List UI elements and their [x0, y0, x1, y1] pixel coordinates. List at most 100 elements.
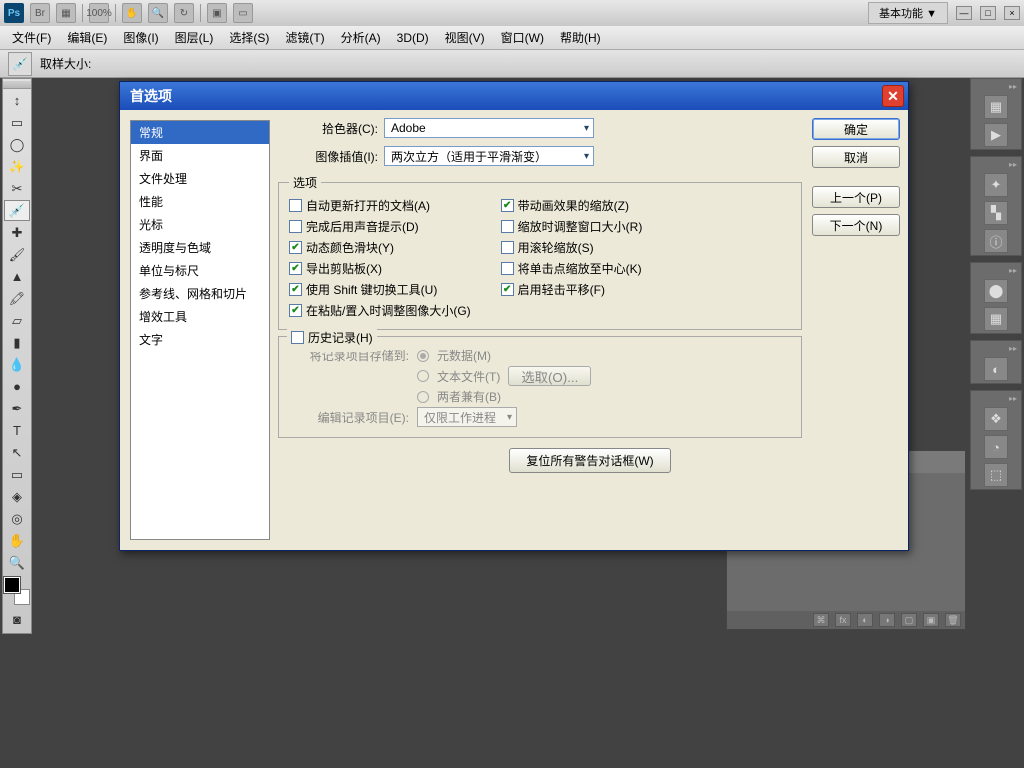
collapse-icon[interactable]: ▸▸	[973, 343, 1019, 353]
workspace-switcher[interactable]: 基本功能 ▼	[868, 2, 948, 24]
menu-layer[interactable]: 图层(L)	[169, 27, 220, 48]
cancel-button[interactable]: 取消	[812, 146, 900, 168]
history-panel-icon[interactable]: ▦	[984, 95, 1008, 119]
dialog-titlebar[interactable]: 首选项 ✕	[120, 82, 908, 110]
eyedropper-tool[interactable]: 💉	[4, 200, 30, 221]
menu-edit[interactable]: 编辑(E)	[61, 27, 113, 48]
check-autoupdate[interactable]	[289, 199, 302, 212]
menu-view[interactable]: 视图(V)	[439, 27, 491, 48]
adjustments-panel-icon[interactable]: ◐	[984, 357, 1008, 381]
menu-3d[interactable]: 3D(D)	[391, 29, 435, 47]
screenmode-icon[interactable]: ▭	[233, 3, 253, 23]
adjustment-icon[interactable]: ◑	[879, 613, 895, 627]
menu-window[interactable]: 窗口(W)	[495, 27, 550, 48]
crop-tool[interactable]: ✂	[4, 178, 30, 199]
check-animzoom[interactable]: ✔	[501, 199, 514, 212]
check-historylog[interactable]	[291, 331, 304, 344]
layers-panel-icon[interactable]: ❖	[984, 407, 1008, 431]
category-type[interactable]: 文字	[131, 328, 269, 351]
history-brush-tool[interactable]: 🖍	[4, 288, 30, 309]
arrange-icon[interactable]: ▣	[207, 3, 227, 23]
hand-tool[interactable]: ✋	[4, 530, 30, 551]
check-exportclip[interactable]: ✔	[289, 262, 302, 275]
hand-icon[interactable]: ✋	[122, 3, 142, 23]
eyedropper-tool-icon[interactable]: 💉	[8, 52, 32, 76]
fg-color-swatch[interactable]	[4, 577, 20, 593]
category-guides[interactable]: 参考线、网格和切片	[131, 282, 269, 305]
color-swatches[interactable]	[4, 577, 30, 605]
check-shifttool[interactable]: ✔	[289, 283, 302, 296]
check-beep[interactable]	[289, 220, 302, 233]
stamp-tool[interactable]: ▲	[4, 266, 30, 287]
color-panel-icon[interactable]: ⬤	[984, 279, 1008, 303]
gradient-tool[interactable]: ▮	[4, 332, 30, 353]
ok-button[interactable]: 确定	[812, 118, 900, 140]
zoom-tool[interactable]: 🔍	[4, 552, 30, 573]
close-app-button[interactable]: ×	[1004, 6, 1020, 20]
menu-filter[interactable]: 滤镜(T)	[279, 27, 330, 48]
info-panel-icon[interactable]: ⓘ	[984, 229, 1008, 253]
minibridge-icon[interactable]: ▦	[56, 3, 76, 23]
menu-select[interactable]: 选择(S)	[223, 27, 275, 48]
collapse-icon[interactable]: ▸▸	[973, 393, 1019, 403]
zoom-field[interactable]: 100%	[89, 3, 109, 23]
check-scrollzoom[interactable]	[501, 241, 514, 254]
restore-button[interactable]: □	[980, 6, 996, 20]
close-dialog-button[interactable]: ✕	[882, 85, 904, 107]
prev-button[interactable]: 上一个(P)	[812, 186, 900, 208]
check-zoomresize[interactable]	[501, 220, 514, 233]
link-layers-icon[interactable]: ⌘	[813, 613, 829, 627]
type-tool[interactable]: T	[4, 420, 30, 441]
check-dynsliders[interactable]: ✔	[289, 241, 302, 254]
path-select-tool[interactable]: ↖	[4, 442, 30, 463]
paths-panel-icon[interactable]: ⬚	[984, 463, 1008, 487]
menu-analysis[interactable]: 分析(A)	[335, 27, 387, 48]
histogram-panel-icon[interactable]: ▚	[984, 201, 1008, 225]
category-units[interactable]: 单位与标尺	[131, 259, 269, 282]
interpolation-select[interactable]: 两次立方（适用于平滑渐变）	[384, 146, 594, 166]
collapse-icon[interactable]: ▸▸	[973, 159, 1019, 169]
category-interface[interactable]: 界面	[131, 144, 269, 167]
brush-tool[interactable]: 🖌	[4, 244, 30, 265]
menu-image[interactable]: 图像(I)	[117, 27, 164, 48]
blur-tool[interactable]: 💧	[4, 354, 30, 375]
mask-icon[interactable]: ◐	[857, 613, 873, 627]
toolbox-grip[interactable]	[3, 81, 31, 89]
actions-panel-icon[interactable]: ▶	[984, 123, 1008, 147]
quickmask-tool[interactable]: ◙	[4, 609, 30, 630]
lasso-tool[interactable]: ◯	[4, 134, 30, 155]
fx-icon[interactable]: fx	[835, 613, 851, 627]
next-button[interactable]: 下一个(N)	[812, 214, 900, 236]
rotate-icon[interactable]: ↻	[174, 3, 194, 23]
category-plugins[interactable]: 增效工具	[131, 305, 269, 328]
check-resizepaste[interactable]: ✔	[289, 304, 302, 317]
wand-tool[interactable]: ✨	[4, 156, 30, 177]
category-transparency[interactable]: 透明度与色域	[131, 236, 269, 259]
swatches-panel-icon[interactable]: ▦	[984, 307, 1008, 331]
3d-tool[interactable]: ◈	[4, 486, 30, 507]
menu-file[interactable]: 文件(F)	[6, 27, 57, 48]
bridge-icon[interactable]: Br	[30, 3, 50, 23]
move-tool[interactable]: ↕	[4, 90, 30, 111]
marquee-tool[interactable]: ▭	[4, 112, 30, 133]
menu-help[interactable]: 帮助(H)	[554, 27, 607, 48]
channels-panel-icon[interactable]: ◔	[984, 435, 1008, 459]
3d-camera-tool[interactable]: ◎	[4, 508, 30, 529]
heal-tool[interactable]: ✚	[4, 222, 30, 243]
color-picker-select[interactable]: Adobe	[384, 118, 594, 138]
collapse-icon[interactable]: ▸▸	[973, 265, 1019, 275]
category-general[interactable]: 常规	[131, 121, 269, 144]
pen-tool[interactable]: ✒	[4, 398, 30, 419]
new-layer-icon[interactable]: ▣	[923, 613, 939, 627]
reset-warnings-button[interactable]: 复位所有警告对话框(W)	[509, 448, 670, 473]
category-cursors[interactable]: 光标	[131, 213, 269, 236]
category-filehandling[interactable]: 文件处理	[131, 167, 269, 190]
collapse-icon[interactable]: ▸▸	[973, 81, 1019, 91]
group-icon[interactable]: ▢	[901, 613, 917, 627]
navigator-panel-icon[interactable]: ✦	[984, 173, 1008, 197]
shape-tool[interactable]: ▭	[4, 464, 30, 485]
zoom-icon[interactable]: 🔍	[148, 3, 168, 23]
eraser-tool[interactable]: ▱	[4, 310, 30, 331]
check-clickcenter[interactable]	[501, 262, 514, 275]
dodge-tool[interactable]: ●	[4, 376, 30, 397]
